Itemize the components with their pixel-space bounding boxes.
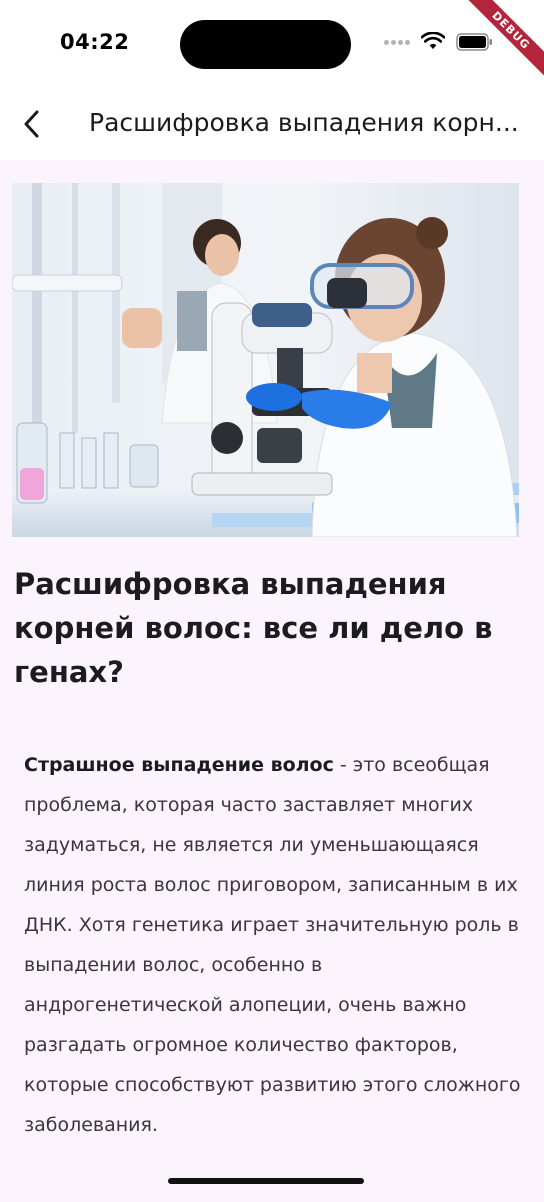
chevron-left-icon: [24, 110, 39, 138]
article-body: Страшное выпадение волос - это всеобщая …: [24, 745, 524, 1145]
debug-banner: DEBUG: [454, 0, 544, 90]
article-lead-bold: Страшное выпадение волос: [24, 754, 334, 776]
status-time: 04:22: [60, 30, 130, 54]
dynamic-island: [180, 20, 351, 69]
cellular-signal-icon: [384, 40, 410, 45]
hero-image: [12, 183, 519, 537]
page-title: Расшифровка выпадения корн...: [89, 108, 519, 137]
back-button[interactable]: [12, 102, 52, 146]
debug-label: DEBUG: [459, 0, 544, 83]
app-bar: Расшифровка выпадения корн...: [0, 90, 544, 160]
status-bar: 04:22 DEBUG: [0, 0, 544, 90]
article-lead-text: - это всеобщая проблема, которая часто з…: [24, 754, 521, 1136]
lab-photo: [12, 183, 519, 537]
home-indicator[interactable]: [168, 1178, 364, 1184]
wifi-icon: [421, 32, 445, 49]
article-title: Расшифровка выпадения корней волос: все …: [14, 567, 493, 689]
